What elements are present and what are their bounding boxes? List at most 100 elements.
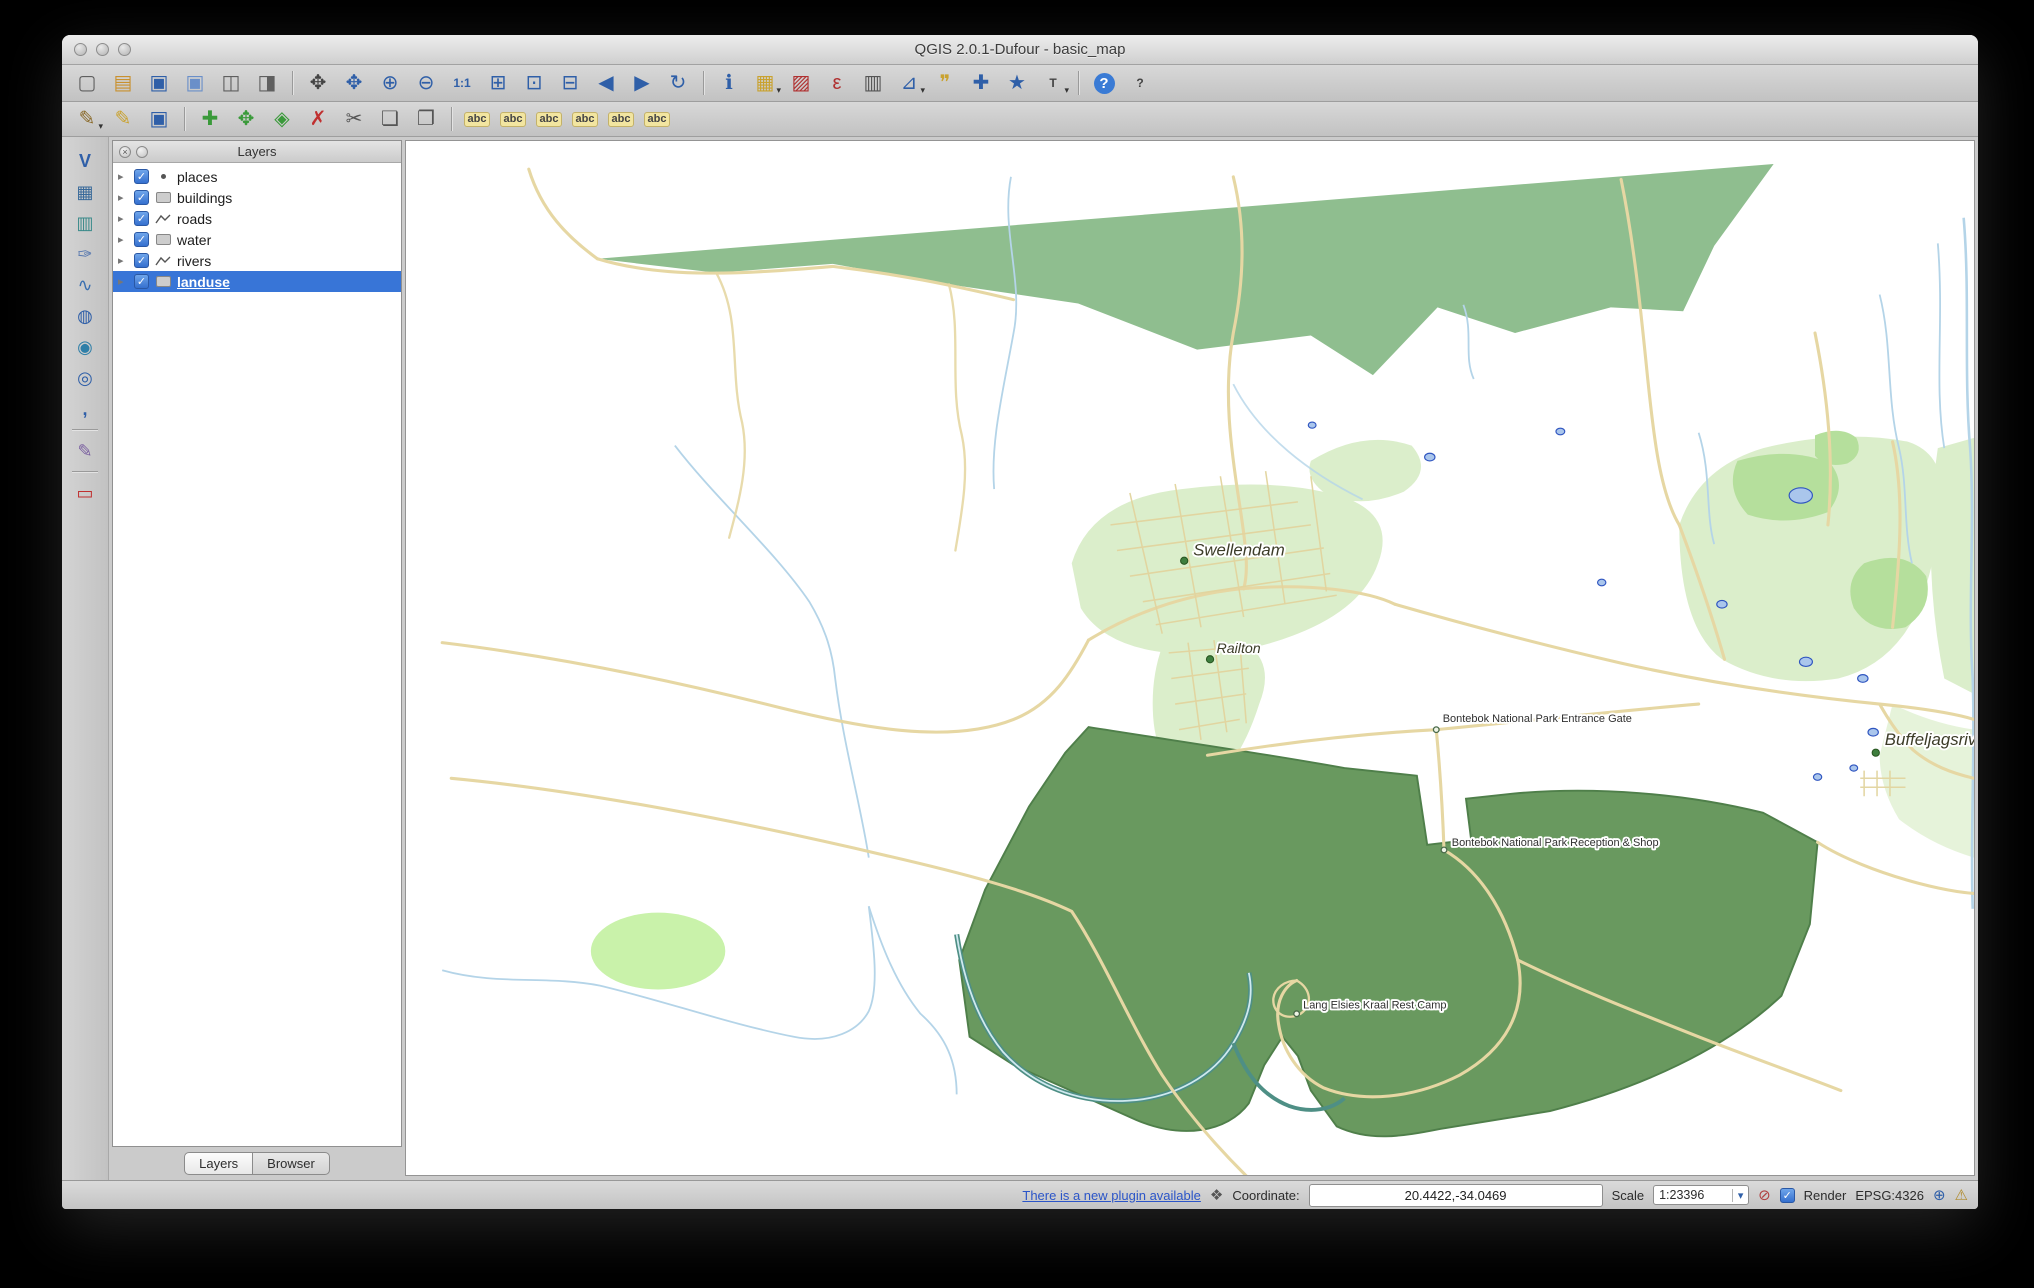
add-delimited-text-layer-button[interactable]: , bbox=[69, 393, 101, 424]
identify-features-button[interactable]: ℹ bbox=[712, 68, 746, 98]
zoom-native-button[interactable]: 1:1 bbox=[445, 68, 479, 98]
new-bookmark-button[interactable]: ✚ bbox=[964, 68, 998, 98]
labeling-button[interactable]: abc bbox=[460, 104, 494, 134]
new-shapefile-layer-button[interactable]: ✎ bbox=[69, 435, 101, 466]
map-canvas[interactable]: SwellendamRailtonBontebok National Park … bbox=[405, 140, 1975, 1176]
zoom-out-button[interactable]: ⊖ bbox=[409, 68, 443, 98]
close-window-button[interactable] bbox=[74, 43, 87, 56]
label-properties-button[interactable]: abc bbox=[640, 104, 674, 134]
add-postgis-layer-button[interactable]: ▥ bbox=[69, 207, 101, 238]
crs-status-icon[interactable]: ⊕ bbox=[1933, 1186, 1946, 1204]
title-bar[interactable]: QGIS 2.0.1-Dufour - basic_map bbox=[62, 35, 1978, 65]
add-mssql-layer-button[interactable]: ∿ bbox=[69, 269, 101, 300]
save-project-as-button[interactable]: ▣ bbox=[178, 68, 212, 98]
render-checkbox[interactable]: ✓ bbox=[1780, 1188, 1795, 1203]
tab-layers[interactable]: Layers bbox=[184, 1152, 253, 1175]
layer-row-places[interactable]: ▸✓places bbox=[113, 166, 401, 187]
pan-to-selection-button[interactable]: ✥ bbox=[337, 68, 371, 98]
add-vector-layer-button[interactable]: V bbox=[69, 145, 101, 176]
whats-this-button[interactable]: ? bbox=[1123, 68, 1157, 98]
map-tips-button[interactable]: ❞ bbox=[928, 68, 962, 98]
label-show-hide-button[interactable]: abc bbox=[532, 104, 566, 134]
panel-float-icon[interactable] bbox=[136, 146, 148, 158]
toggle-editing-button[interactable]: ✎ bbox=[106, 104, 140, 134]
open-project-button[interactable]: ▤ bbox=[106, 68, 140, 98]
show-bookmarks-button[interactable]: ★ bbox=[1000, 68, 1034, 98]
layer-row-roads[interactable]: ▸✓roads bbox=[113, 208, 401, 229]
text-annotation-button[interactable]: T▾ bbox=[1036, 68, 1070, 98]
composer-manager-button[interactable]: ◨ bbox=[250, 68, 284, 98]
panel-close-icon[interactable]: × bbox=[119, 146, 131, 158]
cut-features-button[interactable]: ✂ bbox=[337, 104, 371, 134]
coordinate-input[interactable] bbox=[1309, 1184, 1603, 1207]
layer-label: landuse bbox=[177, 274, 230, 290]
remove-layer-button[interactable]: ▭ bbox=[69, 477, 101, 508]
save-project-button[interactable]: ▣ bbox=[142, 68, 176, 98]
layer-visibility-checkbox[interactable]: ✓ bbox=[134, 211, 149, 226]
open-attribute-table-button[interactable]: ▥ bbox=[856, 68, 890, 98]
layer-visibility-checkbox[interactable]: ✓ bbox=[134, 232, 149, 247]
move-feature-button[interactable]: ✥ bbox=[229, 104, 263, 134]
layer-row-landuse[interactable]: ▸ ✓ landuse bbox=[113, 271, 401, 292]
add-wcs-layer-button[interactable]: ◉ bbox=[69, 331, 101, 362]
line-symbol-icon bbox=[154, 213, 172, 225]
deselect-all-button[interactable]: ▨ bbox=[784, 68, 818, 98]
zoom-to-selection-button[interactable]: ⊡ bbox=[517, 68, 551, 98]
refresh-map-button[interactable]: ↻ bbox=[661, 68, 695, 98]
layer-visibility-checkbox[interactable]: ✓ bbox=[134, 253, 149, 268]
copy-features-icon: ❏ bbox=[381, 109, 399, 129]
help-button[interactable]: ? bbox=[1087, 68, 1121, 98]
pan-to-selection-icon: ✥ bbox=[346, 73, 363, 93]
layer-visibility-checkbox[interactable]: ✓ bbox=[134, 274, 149, 289]
minimize-window-button[interactable] bbox=[96, 43, 109, 56]
application-window: QGIS 2.0.1-Dufour - basic_map ▢▤▣▣◫◨✥✥⊕⊖… bbox=[62, 35, 1978, 1209]
new-print-composer-button[interactable]: ◫ bbox=[214, 68, 248, 98]
layer-row-buildings[interactable]: ▸✓buildings bbox=[113, 187, 401, 208]
zoom-last-button[interactable]: ◀ bbox=[589, 68, 623, 98]
add-spatialite-layer-button[interactable]: ✑ bbox=[69, 238, 101, 269]
current-edits-button[interactable]: ✎▾ bbox=[70, 104, 104, 134]
measure-line-button[interactable]: ⊿▾ bbox=[892, 68, 926, 98]
add-wms-layer-button[interactable]: ◍ bbox=[69, 300, 101, 331]
messages-icon[interactable]: ⚠ bbox=[1955, 1186, 1968, 1204]
zoom-in-button[interactable]: ⊕ bbox=[373, 68, 407, 98]
pan-map-button[interactable]: ✥ bbox=[301, 68, 335, 98]
tab-browser[interactable]: Browser bbox=[252, 1152, 330, 1175]
copy-features-button[interactable]: ❏ bbox=[373, 104, 407, 134]
toolbar-separator bbox=[72, 429, 98, 430]
digitizing-toolbar: ✎▾✎▣✚✥◈✗✂❏❐abcabcabcabcabcabc bbox=[62, 102, 1978, 137]
expand-arrow-icon[interactable]: ▸ bbox=[118, 212, 129, 225]
node-tool-button[interactable]: ◈ bbox=[265, 104, 299, 134]
layer-row-rivers[interactable]: ▸✓rivers bbox=[113, 250, 401, 271]
expand-arrow-icon[interactable]: ▸ bbox=[118, 191, 129, 204]
new-project-button[interactable]: ▢ bbox=[70, 68, 104, 98]
scale-combo[interactable]: 1:23396 ▾ bbox=[1653, 1185, 1749, 1205]
stop-render-icon[interactable]: ⊘ bbox=[1758, 1186, 1771, 1204]
plugin-link[interactable]: There is a new plugin available bbox=[1022, 1188, 1201, 1203]
add-feature-button[interactable]: ✚ bbox=[193, 104, 227, 134]
zoom-next-button[interactable]: ▶ bbox=[625, 68, 659, 98]
zoom-full-button[interactable]: ⊞ bbox=[481, 68, 515, 98]
label-rotate-button[interactable]: abc bbox=[604, 104, 638, 134]
add-raster-layer-icon: ▦ bbox=[76, 183, 93, 201]
zoom-to-layer-button[interactable]: ⊟ bbox=[553, 68, 587, 98]
expand-arrow-icon[interactable]: ▸ bbox=[118, 275, 129, 288]
paste-features-button[interactable]: ❐ bbox=[409, 104, 443, 134]
select-by-expression-button[interactable]: ε bbox=[820, 68, 854, 98]
zoom-window-button[interactable] bbox=[118, 43, 131, 56]
label-move-button[interactable]: abc bbox=[568, 104, 602, 134]
expand-arrow-icon[interactable]: ▸ bbox=[118, 254, 129, 267]
delete-selected-button[interactable]: ✗ bbox=[301, 104, 335, 134]
save-layer-edits-button[interactable]: ▣ bbox=[142, 104, 176, 134]
select-features-button[interactable]: ▦▾ bbox=[748, 68, 782, 98]
plugin-icon[interactable]: ❖ bbox=[1210, 1186, 1223, 1204]
add-wfs-layer-button[interactable]: ◎ bbox=[69, 362, 101, 393]
add-raster-layer-button[interactable]: ▦ bbox=[69, 176, 101, 207]
layer-row-water[interactable]: ▸✓water bbox=[113, 229, 401, 250]
expand-arrow-icon[interactable]: ▸ bbox=[118, 170, 129, 183]
label-pin-button[interactable]: abc bbox=[496, 104, 530, 134]
add-wcs-layer-icon: ◉ bbox=[77, 338, 93, 356]
layer-visibility-checkbox[interactable]: ✓ bbox=[134, 190, 149, 205]
layer-visibility-checkbox[interactable]: ✓ bbox=[134, 169, 149, 184]
expand-arrow-icon[interactable]: ▸ bbox=[118, 233, 129, 246]
